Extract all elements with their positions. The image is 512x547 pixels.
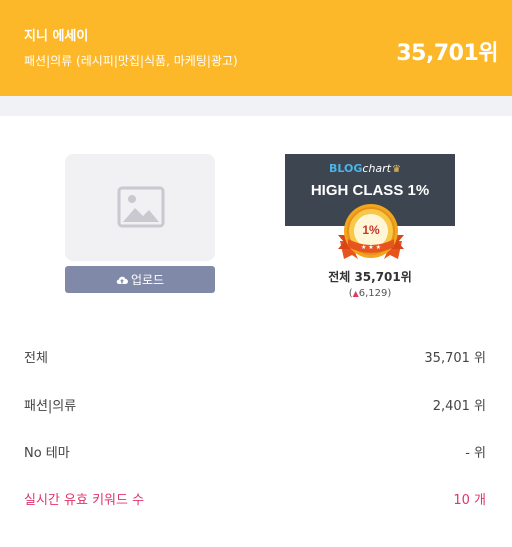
medal-icon: 1% ★ ★ ★ [338,204,404,259]
blogchart-logo: BLOGchart♛ [329,162,401,175]
blog-rank: 35,701위 [396,41,498,66]
upload-button[interactable]: 업로드 [65,266,215,293]
overall-rank: 전체 35,701위 [328,270,412,284]
stat-label: No 테마 [24,446,70,461]
blog-header: 지니 에세이 패션|의류 (레시피|맛집|식품, 마케팅|광고) 35,701위 [0,0,512,96]
svg-text:★ ★ ★: ★ ★ ★ [361,244,381,251]
medal-label: 1% [362,223,380,237]
stat-row-theme: No 테마 - 위 [24,442,486,462]
stat-label: 패션|의류 [24,399,77,414]
stat-row-overall: 전체 35,701 위 [24,347,486,367]
upload-label: 업로드 [130,273,165,287]
blog-name[interactable]: 지니 에세이 [24,25,88,44]
stat-value: - 위 [465,446,486,461]
stat-label[interactable]: 실시간 유효 키워드 수 [24,489,144,508]
stat-label: 전체 [24,351,48,366]
section-divider [0,96,512,116]
class-label: HIGH CLASS 1% [310,182,430,199]
stat-value[interactable]: 10 개 [453,489,486,508]
profile-photo-placeholder [65,154,215,261]
rank-change-value: 6,129 [358,288,388,299]
image-placeholder-icon [117,186,165,228]
stat-value: 35,701 위 [424,351,486,366]
stat-row-keywords[interactable]: 실시간 유효 키워드 수 10 개 [24,489,486,509]
blog-category: 패션|의류 (레시피|맛집|식품, 마케팅|광고) [24,54,238,68]
stat-value: 2,401 위 [432,399,486,414]
crown-icon: ♛ [392,164,401,175]
cloud-upload-icon [116,276,128,284]
stat-row-category: 패션|의류 2,401 위 [24,395,486,415]
rank-change: (▲6,129) [348,288,392,299]
